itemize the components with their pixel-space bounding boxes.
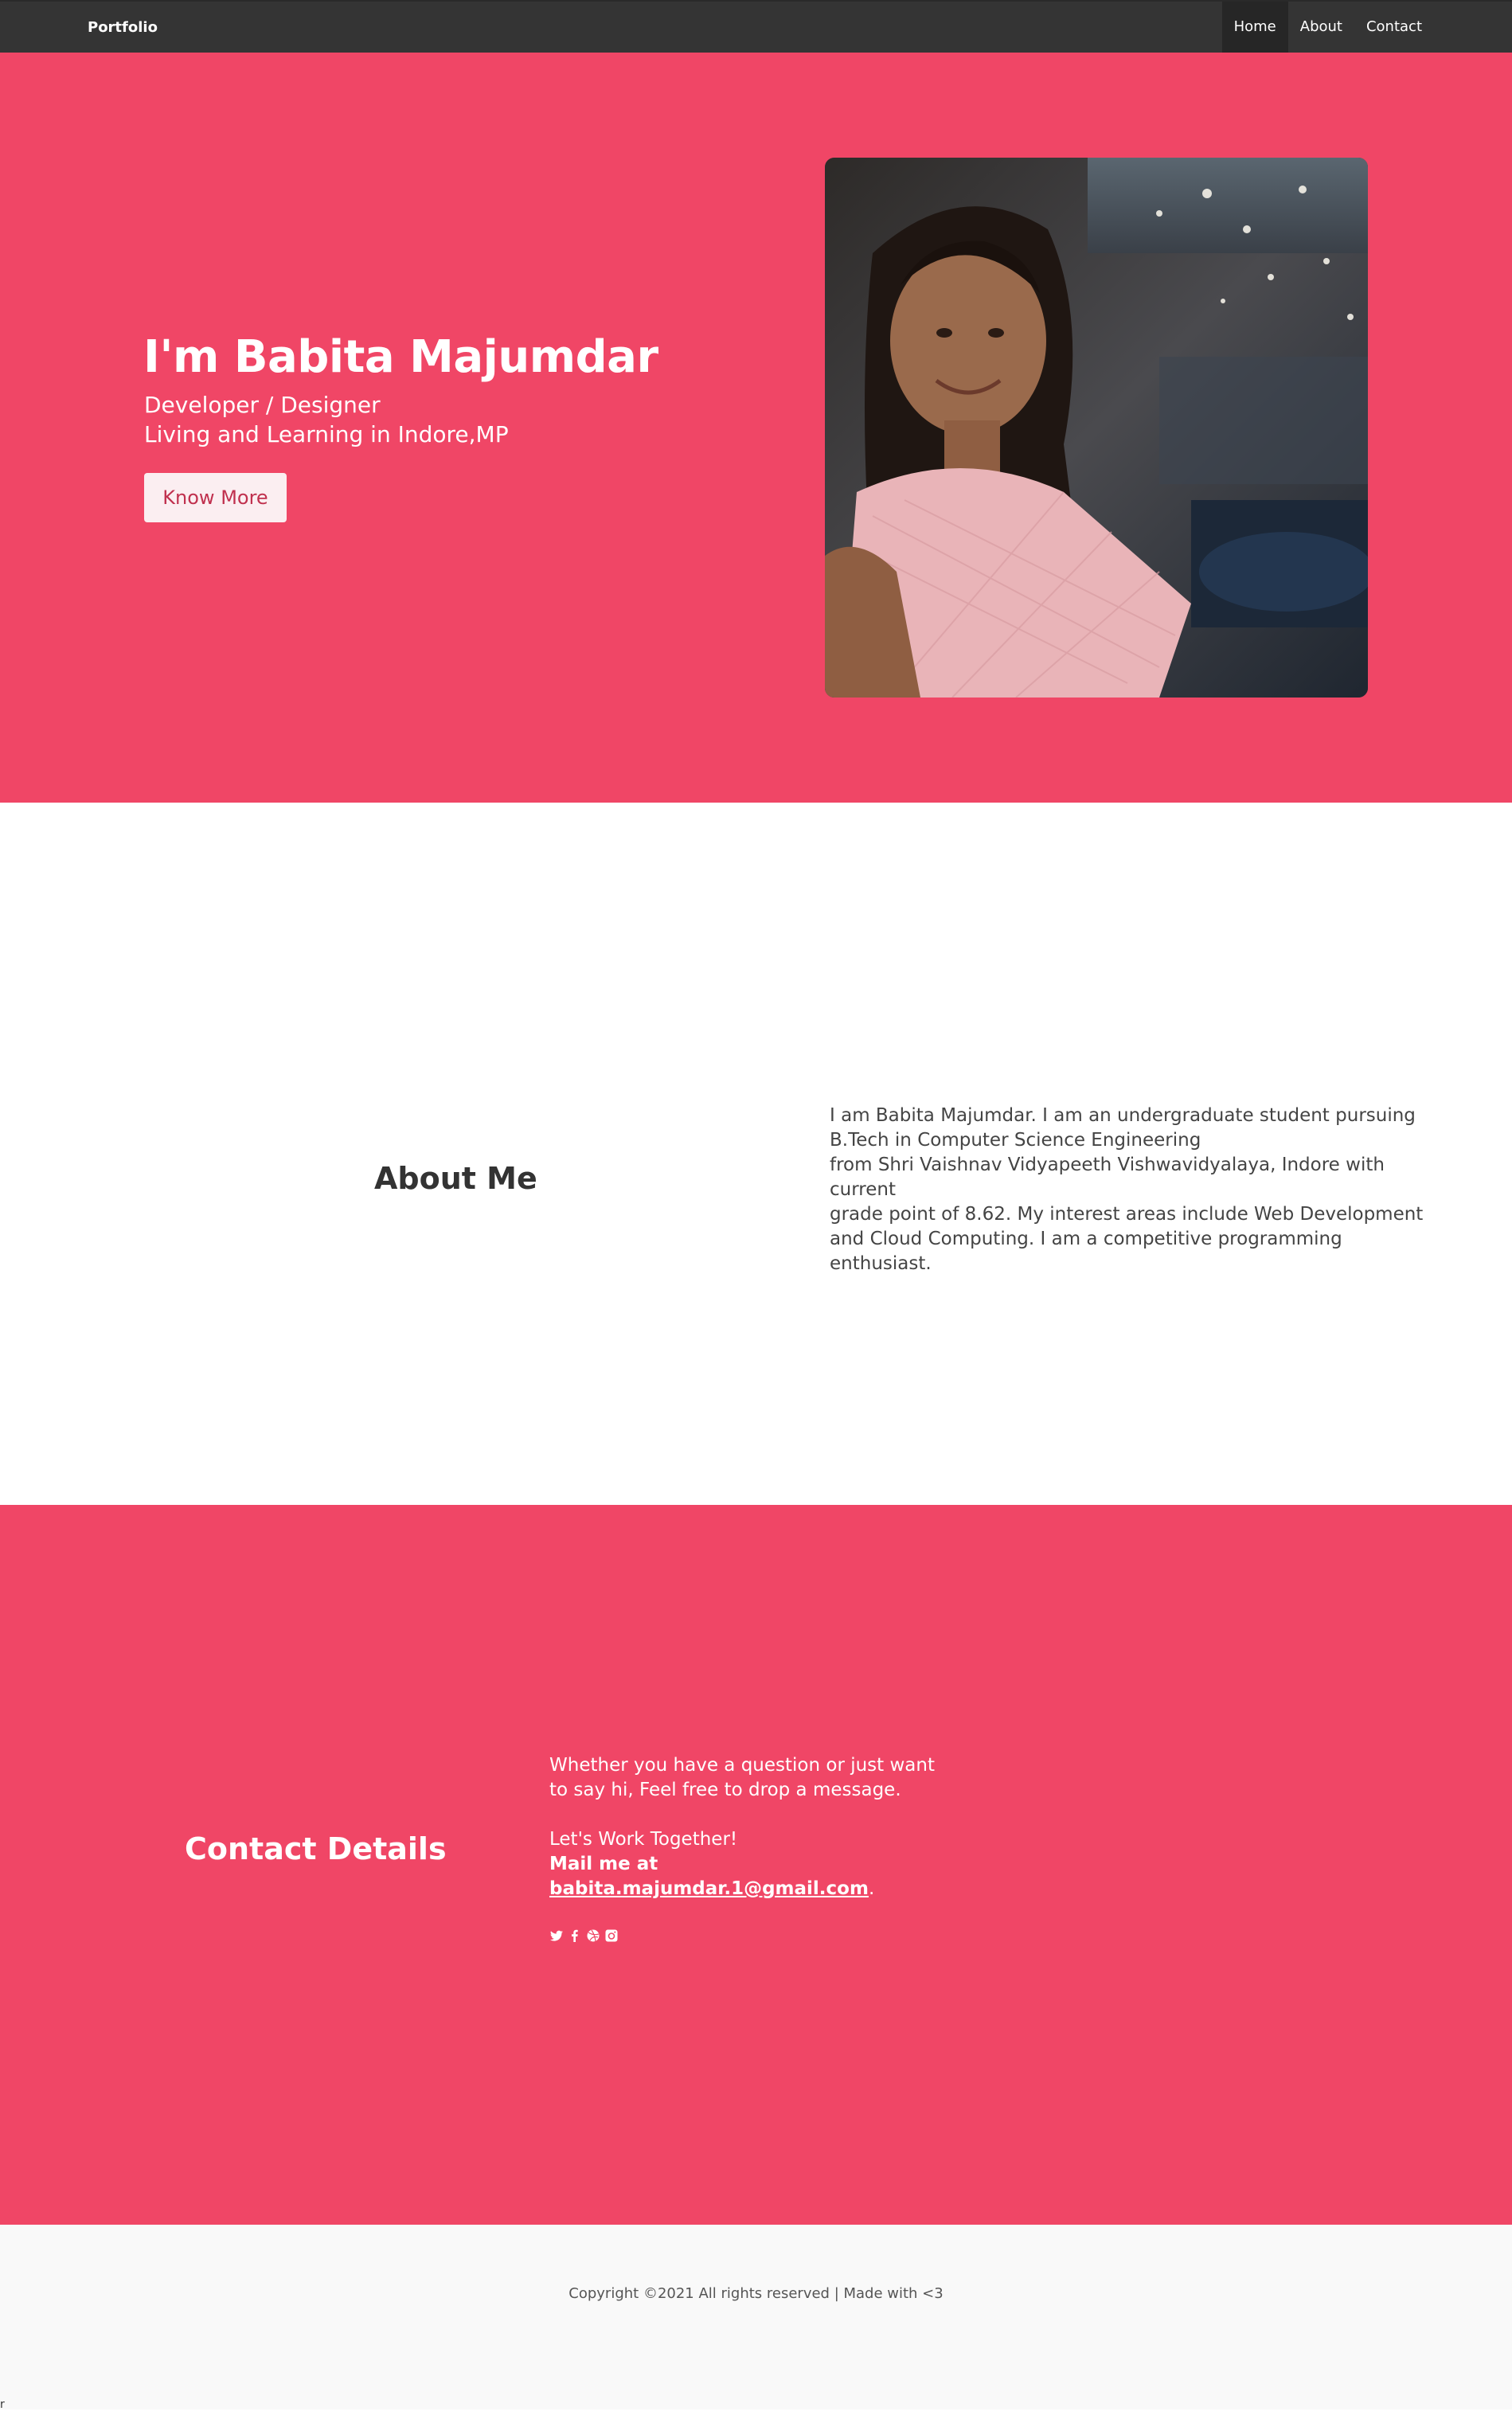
brand-logo[interactable]: Portfolio [88, 19, 158, 36]
hero-subtitle-role: Developer / Designer [144, 392, 381, 418]
hero-title: I'm Babita Majumdar [143, 331, 658, 383]
nav-link-about[interactable]: About [1288, 2, 1354, 53]
about-line: I am Babita Majumdar. I am an undergradu… [830, 1105, 1416, 1126]
email-link[interactable]: babita.majumdar.1@gmail.com [549, 1878, 869, 1899]
about-line: and Cloud Computing. I am a competitive … [830, 1229, 1342, 1274]
contact-line: to say hi, Feel free to drop a message. [549, 1780, 901, 1800]
facebook-icon[interactable] [568, 1928, 582, 1943]
contact-description: Whether you have a question or just want… [549, 1753, 963, 1901]
navbar: Portfolio Home About Contact [0, 0, 1512, 53]
about-line: from Shri Vaishnav Vidyapeeth Vishwavidy… [830, 1155, 1385, 1200]
social-icons [549, 1928, 619, 1943]
nav-links: Home About Contact [1221, 2, 1434, 53]
contact-line: Let's Work Together! [549, 1829, 738, 1850]
contact-line: Whether you have a question or just want [549, 1755, 935, 1776]
twitter-icon[interactable] [549, 1928, 564, 1943]
mail-label: Mail me at [549, 1854, 658, 1874]
hero-subtitle-location: Living and Learning in Indore,MP [144, 421, 509, 447]
stray-text: r [0, 2398, 5, 2411]
about-title: About Me [374, 1161, 537, 1196]
dribbble-icon[interactable] [586, 1928, 600, 1943]
email-suffix: . [868, 1878, 875, 1899]
profile-photo-illustration [825, 158, 1368, 698]
profile-photo [825, 158, 1368, 698]
about-line: B.Tech in Computer Science Engineering [830, 1130, 1201, 1151]
nav-link-contact[interactable]: Contact [1354, 2, 1434, 53]
nav-link-home[interactable]: Home [1221, 2, 1288, 53]
know-more-button[interactable]: Know More [144, 473, 287, 522]
instagram-icon[interactable] [604, 1928, 619, 1943]
contact-title: Contact Details [185, 1831, 447, 1866]
email-row: babita.majumdar.1@gmail.com. [549, 1877, 963, 1901]
about-line: grade point of 8.62. My interest areas i… [830, 1204, 1424, 1225]
hero-section: I'm Babita Majumdar Developer / Designer… [0, 53, 1512, 803]
footer: Copyright ©2021 All rights reserved | Ma… [0, 2225, 1512, 2409]
about-description: I am Babita Majumdar. I am an undergradu… [830, 1104, 1443, 1276]
about-section: About Me I am Babita Majumdar. I am an u… [0, 803, 1512, 1505]
contact-section: Contact Details Whether you have a quest… [0, 1505, 1512, 2225]
copyright-text: Copyright ©2021 All rights reserved | Ma… [568, 2285, 944, 2302]
